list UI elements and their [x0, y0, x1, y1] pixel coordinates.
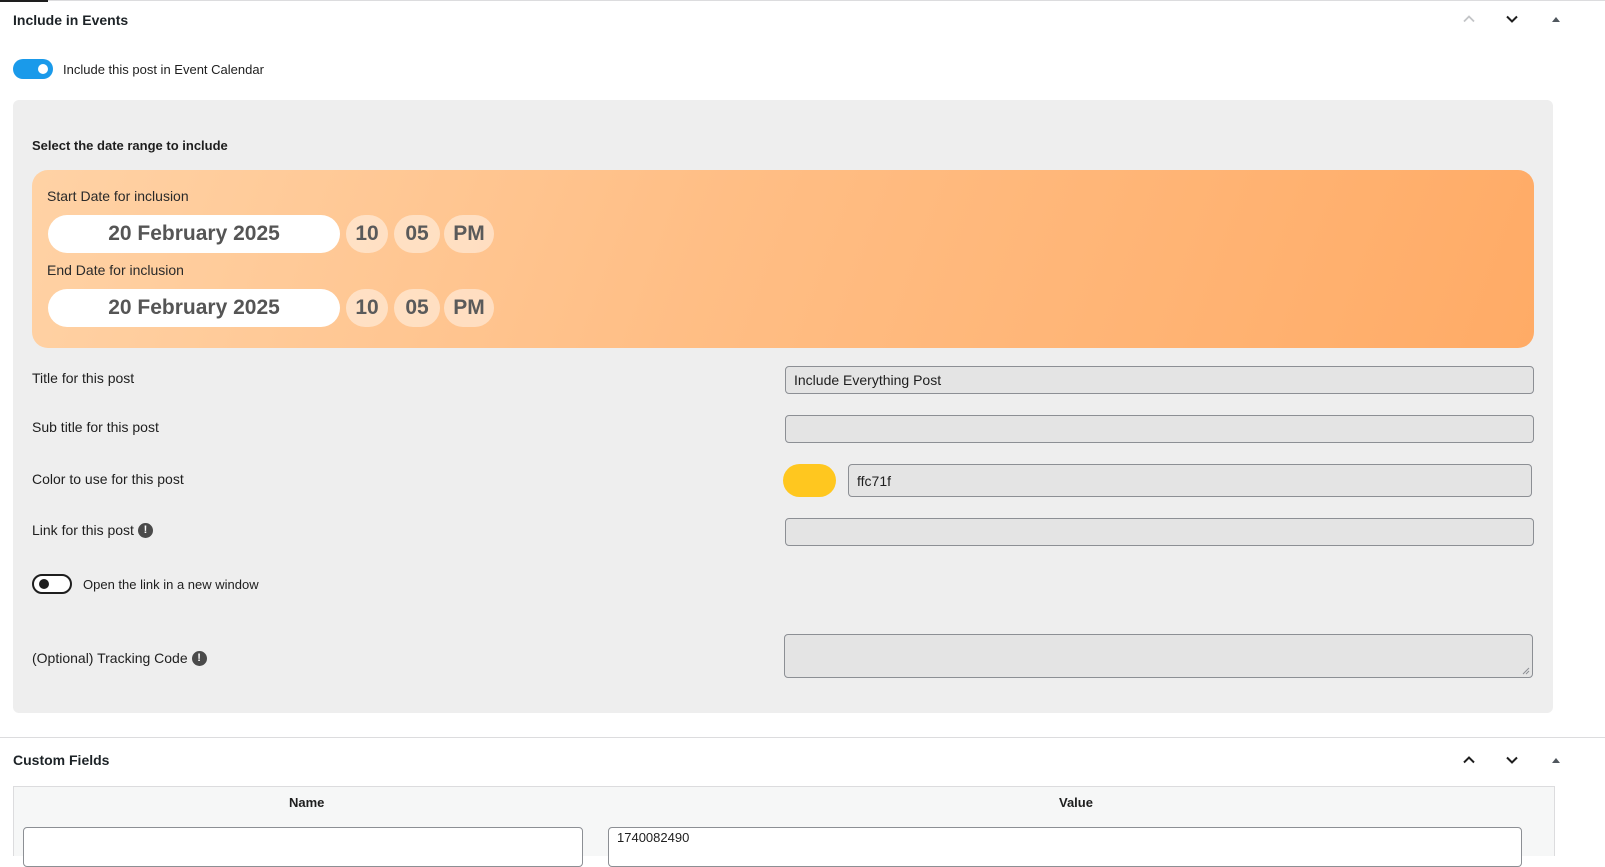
chevron-up-icon [1463, 756, 1475, 764]
start-hour-select[interactable]: 10 [346, 215, 388, 253]
end-date-picker[interactable]: 20 February 2025 [48, 289, 340, 327]
info-icon[interactable]: ! [191, 650, 207, 666]
custom-fields-header: Custom Fields [0, 740, 1605, 780]
end-minute-select[interactable]: 05 [394, 289, 440, 327]
move-up-button[interactable] [1457, 7, 1481, 31]
include-in-calendar-toggle[interactable] [13, 59, 53, 79]
title-field-label: Title for this post [32, 370, 134, 386]
toggle-panel-button[interactable] [1544, 748, 1568, 772]
subtitle-field-label: Sub title for this post [32, 419, 159, 435]
chevron-down-icon [1506, 15, 1518, 23]
include-in-calendar-label: Include this post in Event Calendar [63, 62, 264, 77]
chevron-down-icon [1506, 756, 1518, 764]
panel-divider [0, 737, 1605, 738]
date-range-heading: Select the date range to include [32, 138, 228, 153]
subtitle-field-label-text: Sub title for this post [32, 419, 159, 435]
link-field-label: Link for this post ! [32, 522, 153, 538]
move-down-button[interactable] [1500, 7, 1524, 31]
caret-up-icon [1552, 17, 1560, 22]
panel-title: Include in Events [13, 12, 129, 28]
open-new-window-label: Open the link in a new window [83, 577, 259, 592]
start-date-label: Start Date for inclusion [47, 188, 189, 204]
toggle-panel-button[interactable] [1544, 7, 1568, 31]
resize-handle-icon[interactable] [1522, 667, 1530, 675]
toggle-knob [38, 64, 48, 74]
link-input[interactable] [785, 518, 1534, 546]
tracking-code-label-text: (Optional) Tracking Code [32, 650, 188, 666]
custom-fields-table: Name Value 1740082490 [13, 786, 1555, 867]
link-field-label-text: Link for this post [32, 522, 134, 538]
custom-field-value-input[interactable]: 1740082490 [608, 827, 1522, 867]
toggle-knob [39, 579, 49, 589]
title-field-label-text: Title for this post [32, 370, 135, 386]
move-down-button[interactable] [1500, 748, 1524, 772]
color-hex-input[interactable]: ffc71f [848, 464, 1532, 497]
column-header-value: Value [1059, 795, 1093, 810]
panel-title: Custom Fields [13, 752, 110, 768]
subtitle-input[interactable] [785, 415, 1534, 443]
end-ampm-select[interactable]: PM [444, 289, 494, 327]
end-hour-select[interactable]: 10 [346, 289, 388, 327]
custom-field-name-input[interactable] [23, 827, 583, 867]
color-field-label: Color to use for this post [32, 471, 184, 487]
open-new-window-toggle[interactable] [32, 574, 72, 594]
tracking-code-textarea[interactable] [784, 634, 1533, 678]
color-swatch-button[interactable] [783, 464, 836, 497]
start-minute-select[interactable]: 05 [394, 215, 440, 253]
title-input[interactable]: Include Everything Post [785, 366, 1534, 394]
chevron-up-icon [1463, 15, 1475, 23]
include-events-header: Include in Events [0, 0, 1605, 40]
tracking-code-label: (Optional) Tracking Code ! [32, 650, 207, 666]
start-ampm-select[interactable]: PM [444, 215, 494, 253]
column-header-name: Name [289, 795, 325, 810]
color-field-label-text: Color to use for this post [32, 471, 184, 487]
caret-up-icon [1552, 758, 1560, 763]
end-date-label: End Date for inclusion [47, 262, 184, 278]
start-date-picker[interactable]: 20 February 2025 [48, 215, 340, 253]
custom-field-value-text: 1740082490 [617, 830, 690, 845]
move-up-button[interactable] [1457, 748, 1481, 772]
info-icon[interactable]: ! [137, 522, 153, 538]
